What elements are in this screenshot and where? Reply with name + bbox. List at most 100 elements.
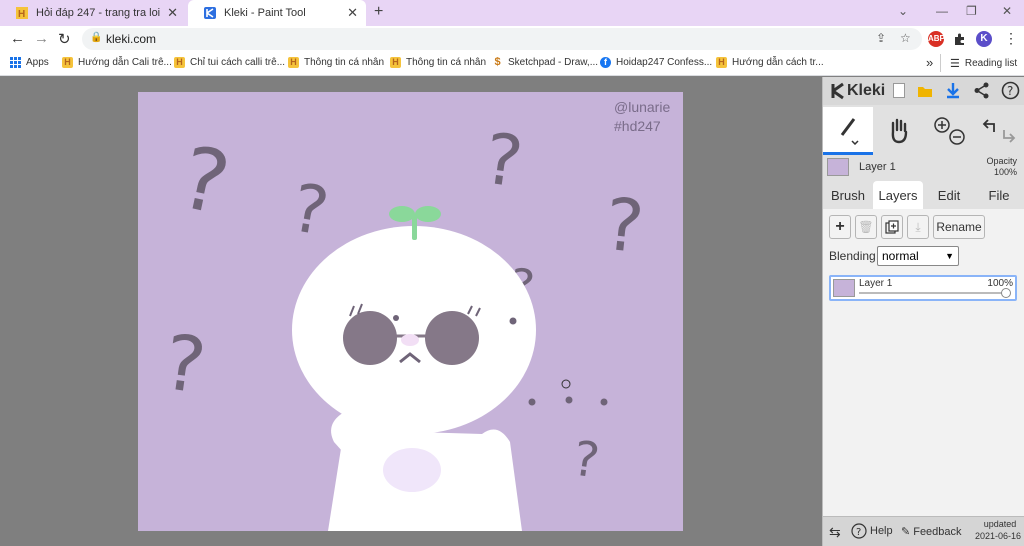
- bookmark-label: Sketchpad - Draw,...: [508, 57, 599, 68]
- tab-title: Hỏi đáp 247 - trang tra loi: [36, 7, 161, 19]
- tab-hoidap[interactable]: H Hỏi đáp 247 - trang tra loi ✕: [0, 0, 186, 26]
- current-layer-name: Layer 1: [859, 161, 896, 173]
- zoom-buttons[interactable]: [927, 107, 973, 155]
- opacity-slider-track[interactable]: [859, 292, 1007, 294]
- feedback-button[interactable]: ✎ Feedback: [901, 525, 962, 539]
- bookmark-label: Thông tin cá nhân: [304, 57, 385, 68]
- h-favicon-icon: H: [390, 57, 401, 68]
- feedback-label: Feedback: [913, 525, 962, 538]
- kleki-logo-text: Kleki: [847, 82, 886, 99]
- hand-icon: [891, 118, 908, 144]
- bookmark-item[interactable]: f Hoidap247 Confess...: [600, 57, 712, 68]
- bookmark-item[interactable]: H Chỉ tui cách calli trê...: [174, 57, 285, 68]
- layer-list-item[interactable]: Layer 1 100%: [829, 275, 1017, 301]
- question-mark: ?: [172, 128, 237, 235]
- layer-item-name: Layer 1: [859, 278, 893, 289]
- delete-layer-button[interactable]: 🗑: [855, 215, 877, 239]
- sidebar-footer: ⇆ ? Help ✎ Feedback updated 2021-06-16: [823, 516, 1024, 546]
- tool-selector: [823, 107, 1024, 155]
- tab-title: Kleki - Paint Tool: [224, 7, 306, 19]
- panel-tabs: Brush Layers Edit File: [823, 181, 1024, 209]
- add-layer-button[interactable]: +: [829, 215, 851, 239]
- help-label: Help: [870, 525, 893, 537]
- reload-icon[interactable]: ↻: [58, 30, 71, 48]
- bookmarks-bar: Apps H Hướng dẫn Cali trê... H Chỉ tui các…: [0, 52, 1024, 76]
- zoom-in-out-icon: [934, 117, 965, 145]
- opacity-value: 100%: [993, 167, 1017, 177]
- question-mark: ?: [286, 169, 334, 251]
- close-window-button[interactable]: ✕: [1002, 4, 1012, 18]
- tab-edit[interactable]: Edit: [925, 181, 973, 209]
- svg-text:?: ?: [1007, 84, 1013, 98]
- layer-preview-row: Layer 1 Opacity 100%: [823, 156, 1024, 184]
- download-icon[interactable]: [945, 82, 961, 99]
- layer-thumbnail: [833, 279, 855, 297]
- browser-menu-icon[interactable]: ⋮: [1004, 30, 1018, 47]
- share-page-icon[interactable]: ⇪: [876, 31, 886, 45]
- bookmark-item[interactable]: H Thông tin cá nhân: [288, 57, 384, 68]
- h-favicon-icon: H: [62, 57, 73, 68]
- bookmarks-overflow-icon[interactable]: »: [926, 55, 933, 70]
- reading-list-button[interactable]: ☰ Reading list: [950, 57, 1017, 70]
- layer-thumbnail: [827, 158, 849, 176]
- tab-layers[interactable]: Layers: [873, 181, 923, 209]
- svg-text:H: H: [18, 9, 25, 19]
- bookmark-label: Chỉ tui cách calli trê...: [190, 57, 286, 68]
- bookmark-star-icon[interactable]: ☆: [900, 31, 911, 45]
- extensions-puzzle-icon[interactable]: [952, 31, 968, 47]
- brush-tool-button[interactable]: [823, 107, 873, 155]
- kleki-logo-icon: [831, 82, 844, 100]
- blending-select[interactable]: normal ▼: [877, 246, 959, 266]
- help-circle-icon[interactable]: ?: [1001, 81, 1020, 100]
- tab-kleki[interactable]: Kleki - Paint Tool ✕: [188, 0, 366, 26]
- swap-side-icon[interactable]: ⇆: [829, 524, 841, 541]
- bookmark-item[interactable]: H Hướng dẫn cách tr...: [716, 57, 824, 68]
- bookmark-label: Hướng dẫn Cali trê...: [78, 57, 172, 68]
- bookmark-item[interactable]: H Thông tin cá nhân: [390, 57, 486, 68]
- new-image-icon[interactable]: [893, 83, 905, 98]
- bookmark-item[interactable]: H Hướng dẫn Cali trê...: [62, 57, 172, 68]
- bookmark-item[interactable]: $ Sketchpad - Draw,...: [492, 57, 598, 68]
- url-text[interactable]: kleki.com: [106, 32, 156, 46]
- question-mark: ?: [479, 117, 527, 203]
- question-mark: ?: [159, 317, 211, 411]
- tab-brush[interactable]: Brush: [825, 181, 871, 209]
- h-favicon-icon: H: [174, 57, 185, 68]
- question-mark: ?: [570, 431, 603, 490]
- opacity-slider-handle[interactable]: [1001, 288, 1011, 298]
- duplicate-layer-button[interactable]: [881, 215, 903, 239]
- forward-arrow-icon[interactable]: →: [34, 30, 49, 47]
- close-tab-icon[interactable]: ✕: [347, 5, 358, 21]
- profile-avatar[interactable]: K: [976, 31, 992, 47]
- address-bar[interactable]: 🔒 kleki.com ⇪ ☆: [82, 28, 922, 50]
- drawing-canvas[interactable]: ? ? ? ? ? ? ? @lunarie #hd247: [138, 92, 683, 531]
- divider: [940, 54, 941, 72]
- share-icon[interactable]: [973, 82, 990, 99]
- trash-icon: 🗑: [858, 220, 874, 234]
- bookmark-apps[interactable]: Apps: [10, 57, 49, 68]
- help-button[interactable]: ? Help: [851, 523, 893, 539]
- adblock-icon[interactable]: ABP: [928, 31, 945, 47]
- merge-down-button[interactable]: ⤓: [907, 215, 929, 239]
- chevron-down-icon: ▼: [945, 251, 954, 261]
- kleki-sidebar: Kleki ? Layer 1 Opacity 100% Brush Layer…: [822, 77, 1024, 546]
- browser-toolbar: ← → ↻ 🔒 kleki.com ⇪ ☆: [0, 26, 1024, 52]
- rename-layer-button[interactable]: Rename: [933, 215, 985, 239]
- minimize-button[interactable]: —: [936, 4, 948, 18]
- bookmark-label: Apps: [26, 57, 49, 68]
- duplicate-icon: [885, 220, 899, 234]
- bookmark-label: Hoidap247 Confess...: [616, 57, 713, 68]
- new-tab-button[interactable]: +: [374, 3, 383, 21]
- tab-file[interactable]: File: [975, 181, 1023, 209]
- hand-tool-button[interactable]: [875, 107, 923, 155]
- facebook-icon: f: [600, 57, 611, 68]
- bookmark-label: Thông tin cá nhân: [406, 57, 487, 68]
- close-tab-icon[interactable]: ✕: [167, 5, 178, 21]
- feedback-pen-icon: ✎: [901, 526, 911, 538]
- open-folder-icon[interactable]: [917, 83, 933, 99]
- updated-date: 2021-06-16: [974, 531, 1022, 541]
- back-arrow-icon[interactable]: ←: [10, 30, 25, 47]
- undo-redo-buttons[interactable]: [975, 107, 1023, 155]
- tab-search-icon[interactable]: ⌄: [898, 4, 908, 18]
- restore-button[interactable]: ❐: [966, 4, 977, 18]
